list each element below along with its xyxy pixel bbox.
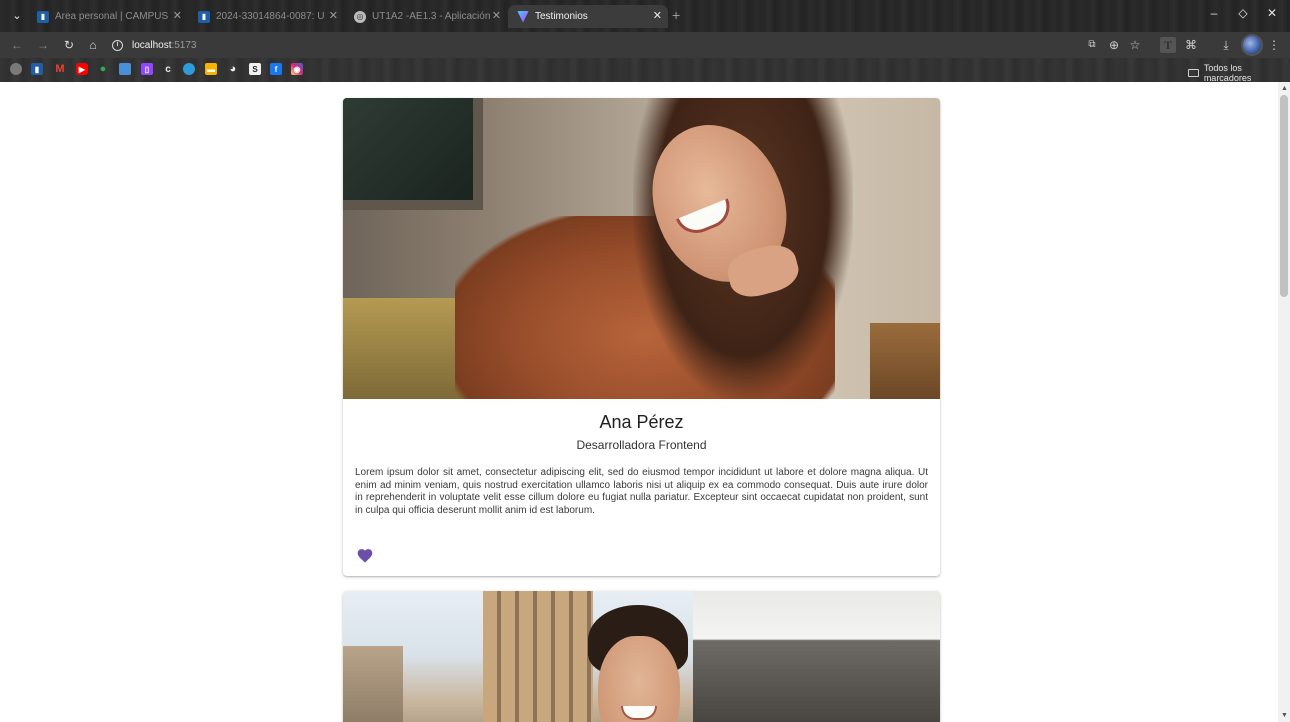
profile-avatar[interactable] xyxy=(1243,36,1261,54)
all-bookmarks-label: Todos los marcadores xyxy=(1203,63,1252,83)
download-icon[interactable]: ⤓ xyxy=(1218,37,1234,53)
testimonial-photo xyxy=(343,591,940,722)
url-port: :5173 xyxy=(171,39,197,51)
close-icon[interactable]: ✕ xyxy=(653,9,662,22)
maps-pin-icon[interactable]: ● xyxy=(97,63,109,75)
gmail-icon[interactable]: M xyxy=(54,63,66,75)
browser-toolbar: ← → ↻ ⌂ i localhost :5173 ⧉ ⊕ ☆ T ⌘ ⤓ ⋮ xyxy=(0,32,1290,58)
tab-strip: ⌄ ▮ Área personal | CAMPUS ✕ ▮ 2024-3301… xyxy=(0,0,1290,32)
scrollbar-thumb[interactable] xyxy=(1280,95,1288,297)
tab-campus[interactable]: ▮ Área personal | CAMPUS ✕ xyxy=(28,5,188,28)
new-tab-plus-icon[interactable]: + xyxy=(672,8,680,22)
extensions-puzzle-icon[interactable]: ⌘ xyxy=(1183,37,1199,53)
campus-favicon-icon: ▮ xyxy=(198,10,210,23)
photos-bookmark-icon[interactable] xyxy=(119,63,131,75)
heart-icon xyxy=(357,549,373,563)
photo-detail xyxy=(343,98,483,210)
page-viewport: Ana Pérez Desarrolladora Frontend Lorem … xyxy=(0,82,1290,722)
globe-bookmark-icon[interactable] xyxy=(10,63,22,75)
scroll-up-arrow-icon[interactable]: ▲ xyxy=(1281,85,1288,92)
scroll-down-arrow-icon[interactable]: ▼ xyxy=(1281,712,1288,719)
like-button[interactable] xyxy=(356,547,374,563)
site-info-icon[interactable]: i xyxy=(112,39,123,51)
all-bookmarks-folder[interactable]: Todos los marcadores xyxy=(1188,63,1290,83)
translate-icon[interactable]: ⧉ xyxy=(1084,37,1100,53)
testimonial-name: Ana Pérez xyxy=(599,412,684,432)
forward-arrow-icon[interactable]: → xyxy=(34,37,52,53)
close-icon[interactable]: ✕ xyxy=(492,9,501,22)
close-icon[interactable]: ✕ xyxy=(173,9,182,22)
address-bar[interactable]: i localhost :5173 xyxy=(112,36,197,54)
circle-bookmark-icon[interactable] xyxy=(183,63,195,75)
facebook-icon[interactable]: f xyxy=(270,63,282,75)
home-icon[interactable]: ⌂ xyxy=(84,37,102,53)
globe-icon: ◎ xyxy=(354,10,366,23)
minimize-icon[interactable]: – xyxy=(1204,6,1224,20)
photo-detail xyxy=(693,591,940,722)
photo-detail xyxy=(483,591,593,722)
bookmark-star-icon[interactable]: ☆ xyxy=(1127,37,1143,53)
menu-kebab-icon[interactable]: ⋮ xyxy=(1268,37,1280,53)
tab-assignment[interactable]: ▮ 2024-33014864-0087: UT1A2 - ✕ xyxy=(189,5,344,28)
youtube-icon[interactable]: ▶ xyxy=(76,63,88,75)
window-close-icon[interactable]: ✕ xyxy=(1262,6,1282,20)
s-bookmark-icon[interactable]: S xyxy=(249,63,261,75)
bookmarks-bar: ▮ M ▶ ● ▯ c ▬ ◕ S f ◉ Todos los marcador… xyxy=(0,58,1290,83)
restore-icon[interactable]: ◇ xyxy=(1233,6,1253,20)
github-icon[interactable]: ◕ xyxy=(227,63,239,75)
campus-bookmark-icon[interactable]: ▮ xyxy=(31,63,43,75)
vertical-scrollbar[interactable]: ▲ ▼ xyxy=(1278,82,1290,722)
tab-title: 2024-33014864-0087: UT1A2 - xyxy=(216,11,324,22)
close-icon[interactable]: ✕ xyxy=(329,9,338,22)
extension-t-icon[interactable]: T xyxy=(1160,37,1176,53)
tab-testimonios[interactable]: Testimonios ✕ xyxy=(508,5,668,28)
testimonial-body: Ana Pérez Desarrolladora Frontend Lorem … xyxy=(343,399,940,517)
tab-title: Área personal | CAMPUS xyxy=(55,11,169,22)
photo-detail xyxy=(870,323,940,399)
testimonial-card xyxy=(343,591,940,722)
testimonial-photo xyxy=(343,98,940,399)
testimonial-card: Ana Pérez Desarrolladora Frontend Lorem … xyxy=(343,98,940,576)
drive-bookmark-icon[interactable]: ▬ xyxy=(205,63,217,75)
campus-favicon-icon: ▮ xyxy=(37,10,49,23)
zoom-icon[interactable]: ⊕ xyxy=(1106,37,1122,53)
twitch-icon[interactable]: ▯ xyxy=(141,63,153,75)
tab-activity[interactable]: ◎ UT1A2 -AE1.3 - Aplicación con ✕ xyxy=(345,5,507,28)
testimonial-text: Lorem ipsum dolor sit amet, consectetur … xyxy=(355,467,928,516)
vite-logo-icon xyxy=(517,10,529,23)
c-bookmark-icon[interactable]: c xyxy=(162,63,174,75)
folder-icon xyxy=(1188,69,1199,77)
url-host: localhost xyxy=(132,39,172,51)
back-arrow-icon[interactable]: ← xyxy=(8,37,26,53)
testimonial-role: Desarrolladora Frontend xyxy=(576,438,707,452)
reload-icon[interactable]: ↻ xyxy=(60,37,78,53)
instagram-icon[interactable]: ◉ xyxy=(291,63,303,75)
tab-search-chevron-icon[interactable]: ⌄ xyxy=(8,7,26,25)
tab-title: Testimonios xyxy=(535,11,588,22)
tab-title: UT1A2 -AE1.3 - Aplicación con xyxy=(372,11,490,22)
photo-detail xyxy=(343,646,403,722)
